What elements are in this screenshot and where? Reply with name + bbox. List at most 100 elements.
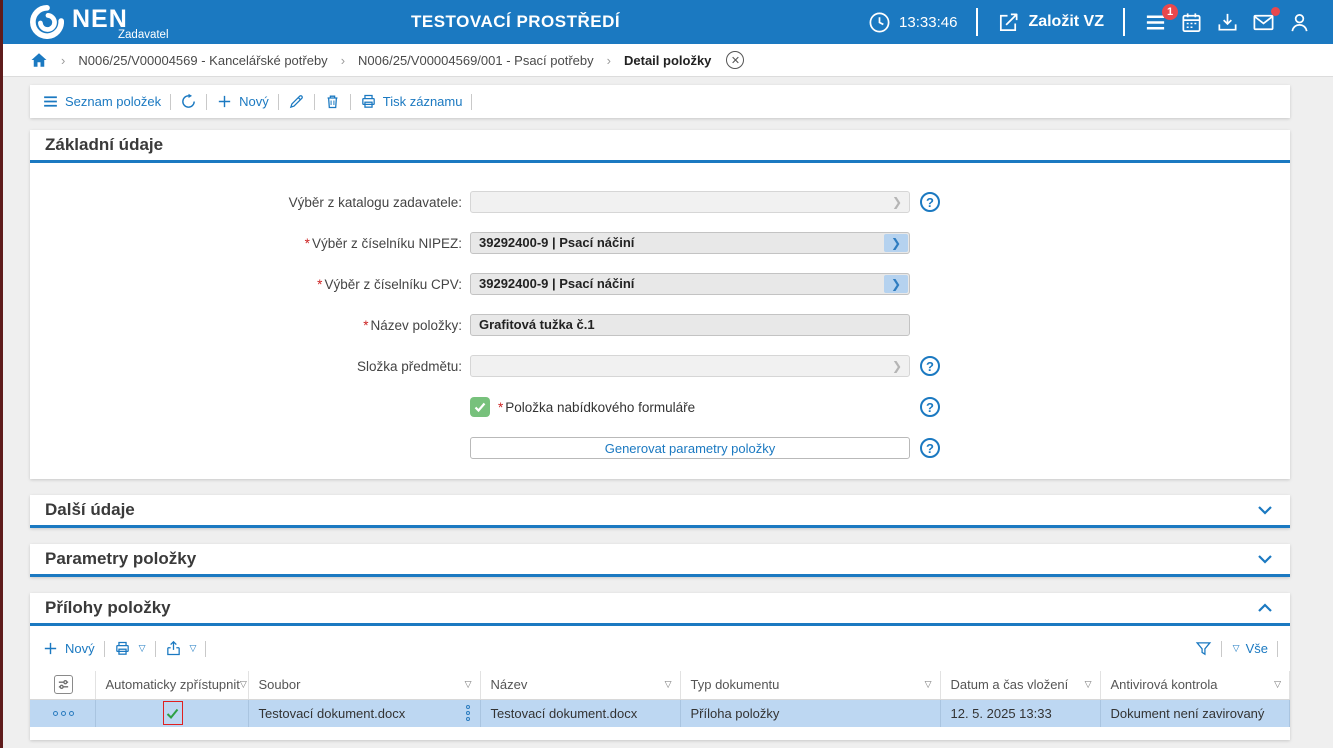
- row-actions-icon[interactable]: [40, 711, 87, 716]
- section-item-attachments: Přílohy položky Nový ▽ ▽: [30, 593, 1290, 740]
- help-icon[interactable]: ?: [920, 438, 940, 458]
- new-record-button[interactable]: Nový: [216, 93, 269, 110]
- column-filter-icon[interactable]: ▽: [1274, 679, 1281, 690]
- topbar-divider: [1123, 8, 1125, 36]
- breadcrumb: › N006/25/V00004569 - Kancelářské potřeb…: [0, 44, 1333, 77]
- printer-icon: [360, 93, 377, 110]
- record-toolbar: Seznam položek Nový: [30, 85, 1290, 118]
- attachments-toolbar: Nový ▽ ▽: [30, 626, 1290, 671]
- row-actions-cell[interactable]: [30, 699, 95, 727]
- toolbar-separator: [155, 641, 156, 657]
- column-header-inserted-at[interactable]: Datum a čas vložení▽: [940, 671, 1100, 699]
- breadcrumb-separator: ›: [61, 53, 65, 68]
- edit-record-button[interactable]: [288, 93, 305, 110]
- nen-logo-icon: [30, 5, 64, 39]
- column-header-file[interactable]: Soubor▽: [248, 671, 480, 699]
- column-settings-header[interactable]: [30, 671, 95, 699]
- refresh-icon: [180, 93, 197, 110]
- create-vz-button[interactable]: Založit VZ: [997, 11, 1104, 34]
- form-row-item-name: *Název položky: Grafitová tužka č.1: [30, 314, 1290, 336]
- section-additional-data[interactable]: Další údaje: [30, 495, 1290, 528]
- help-icon[interactable]: ?: [920, 397, 940, 417]
- plus-icon: [42, 640, 59, 657]
- item-name-field[interactable]: Grafitová tužka č.1: [470, 314, 910, 336]
- checkmark-icon: [474, 401, 486, 413]
- cell-menu-icon[interactable]: [466, 705, 472, 721]
- generate-parameters-button[interactable]: Generovat parametry položky: [470, 437, 910, 459]
- cpv-picker-button[interactable]: ❯: [884, 275, 908, 293]
- subject-folder-field-label: Složka předmětu:: [30, 359, 470, 374]
- help-icon[interactable]: ?: [920, 192, 940, 212]
- downloads-button[interactable]: [1216, 11, 1239, 34]
- print-record-button[interactable]: Tisk záznamu: [360, 93, 463, 110]
- attachments-header-row: Automaticky zpřístupnit▽ Soubor▽ Název▽ …: [30, 671, 1290, 699]
- column-header-name[interactable]: Název▽: [480, 671, 680, 699]
- chevron-up-icon[interactable]: [1255, 598, 1275, 618]
- trash-icon: [324, 93, 341, 110]
- download-tray-icon: [1216, 11, 1239, 34]
- column-filter-icon[interactable]: ▽: [925, 679, 932, 690]
- form-row-offer-checkbox: *Položka nabídkového formuláře ?: [30, 396, 1290, 418]
- breadcrumb-item-part[interactable]: N006/25/V00004569/001 - Psací potřeby: [358, 53, 594, 68]
- column-filter-icon[interactable]: ▽: [465, 679, 472, 690]
- plus-icon: [216, 93, 233, 110]
- auto-available-checkbox[interactable]: [163, 701, 183, 725]
- clock-time: 13:33:46: [899, 14, 957, 31]
- filter-funnel-icon[interactable]: [1195, 640, 1212, 657]
- attachment-row[interactable]: Testovací dokument.docx Testovací dokume…: [30, 699, 1290, 727]
- column-header-antivirus[interactable]: Antivirová kontrola▽: [1100, 671, 1290, 699]
- attachment-print-button[interactable]: ▽: [114, 640, 146, 657]
- row-antivirus-cell: Dokument není zavirovaný: [1100, 699, 1290, 727]
- close-tab-icon[interactable]: ✕: [726, 51, 744, 69]
- delete-record-button[interactable]: [324, 93, 341, 110]
- edit-icon: [997, 11, 1020, 34]
- clock-icon: [868, 11, 891, 34]
- item-list-button[interactable]: Seznam položek: [42, 93, 161, 110]
- nipez-field[interactable]: 39292400-9 | Psací náčiní ❯: [470, 232, 910, 254]
- logo-role-label: Zadavatel: [118, 29, 169, 41]
- logo-text: NEN Zadavatel: [72, 8, 169, 41]
- messages-button[interactable]: [1252, 11, 1275, 34]
- user-profile-button[interactable]: [1288, 11, 1311, 34]
- column-header-doc-type[interactable]: Typ dokumentu▽: [680, 671, 940, 699]
- row-name-cell: Testovací dokument.docx: [480, 699, 680, 727]
- toolbar-separator: [206, 94, 207, 110]
- row-file-cell[interactable]: Testovací dokument.docx: [248, 699, 480, 727]
- cpv-field[interactable]: 39292400-9 | Psací náčiní ❯: [470, 273, 910, 295]
- attachments-table: Automaticky zpřístupnit▽ Soubor▽ Název▽ …: [30, 671, 1290, 727]
- calendar-button[interactable]: [1180, 11, 1203, 34]
- nipez-field-value: 39292400-9 | Psací náčiní: [471, 233, 909, 253]
- breadcrumb-separator: ›: [341, 53, 345, 68]
- breadcrumb-item-contract[interactable]: N006/25/V00004569 - Kancelářské potřeby: [78, 53, 327, 68]
- column-filter-icon[interactable]: ▽: [240, 679, 247, 690]
- breadcrumb-item-detail: Detail položky: [624, 53, 711, 68]
- section-item-parameters[interactable]: Parametry položky: [30, 544, 1290, 577]
- toolbar-separator: [314, 94, 315, 110]
- refresh-button[interactable]: [180, 93, 197, 110]
- column-filter-icon[interactable]: ▽: [665, 679, 672, 690]
- catalog-field: ❯: [470, 191, 910, 213]
- form-row-nipez: *Výběr z číselníku NIPEZ: 39292400-9 | P…: [30, 232, 1290, 254]
- row-doc-type-cell: Příloha položky: [680, 699, 940, 727]
- new-record-label: Nový: [239, 94, 269, 109]
- print-record-label: Tisk záznamu: [383, 94, 463, 109]
- main-menu-button[interactable]: 1: [1144, 11, 1167, 34]
- help-icon[interactable]: ?: [920, 356, 940, 376]
- page-edge-strip: [0, 0, 3, 748]
- chevron-down-icon[interactable]: [1255, 500, 1275, 520]
- nen-logo[interactable]: NEN Zadavatel: [30, 5, 169, 39]
- chevron-down-icon[interactable]: [1255, 549, 1275, 569]
- column-filter-icon[interactable]: ▽: [1085, 679, 1092, 690]
- filter-all-button[interactable]: ▽ Vše: [1231, 641, 1268, 656]
- home-icon[interactable]: [30, 51, 48, 69]
- attachment-new-button[interactable]: Nový: [42, 640, 95, 657]
- pencil-icon: [288, 93, 305, 110]
- list-icon: [42, 93, 59, 110]
- attachment-export-button[interactable]: ▽: [165, 640, 197, 657]
- parameters-section-title: Parametry položky: [45, 549, 196, 569]
- toolbar-separator: [350, 94, 351, 110]
- offer-form-checkbox[interactable]: [470, 397, 490, 417]
- basic-form: Výběr z katalogu zadavatele: ❯ ? *Výběr …: [30, 163, 1290, 479]
- column-header-auto[interactable]: Automaticky zpřístupnit▽: [95, 671, 248, 699]
- nipez-picker-button[interactable]: ❯: [884, 234, 908, 252]
